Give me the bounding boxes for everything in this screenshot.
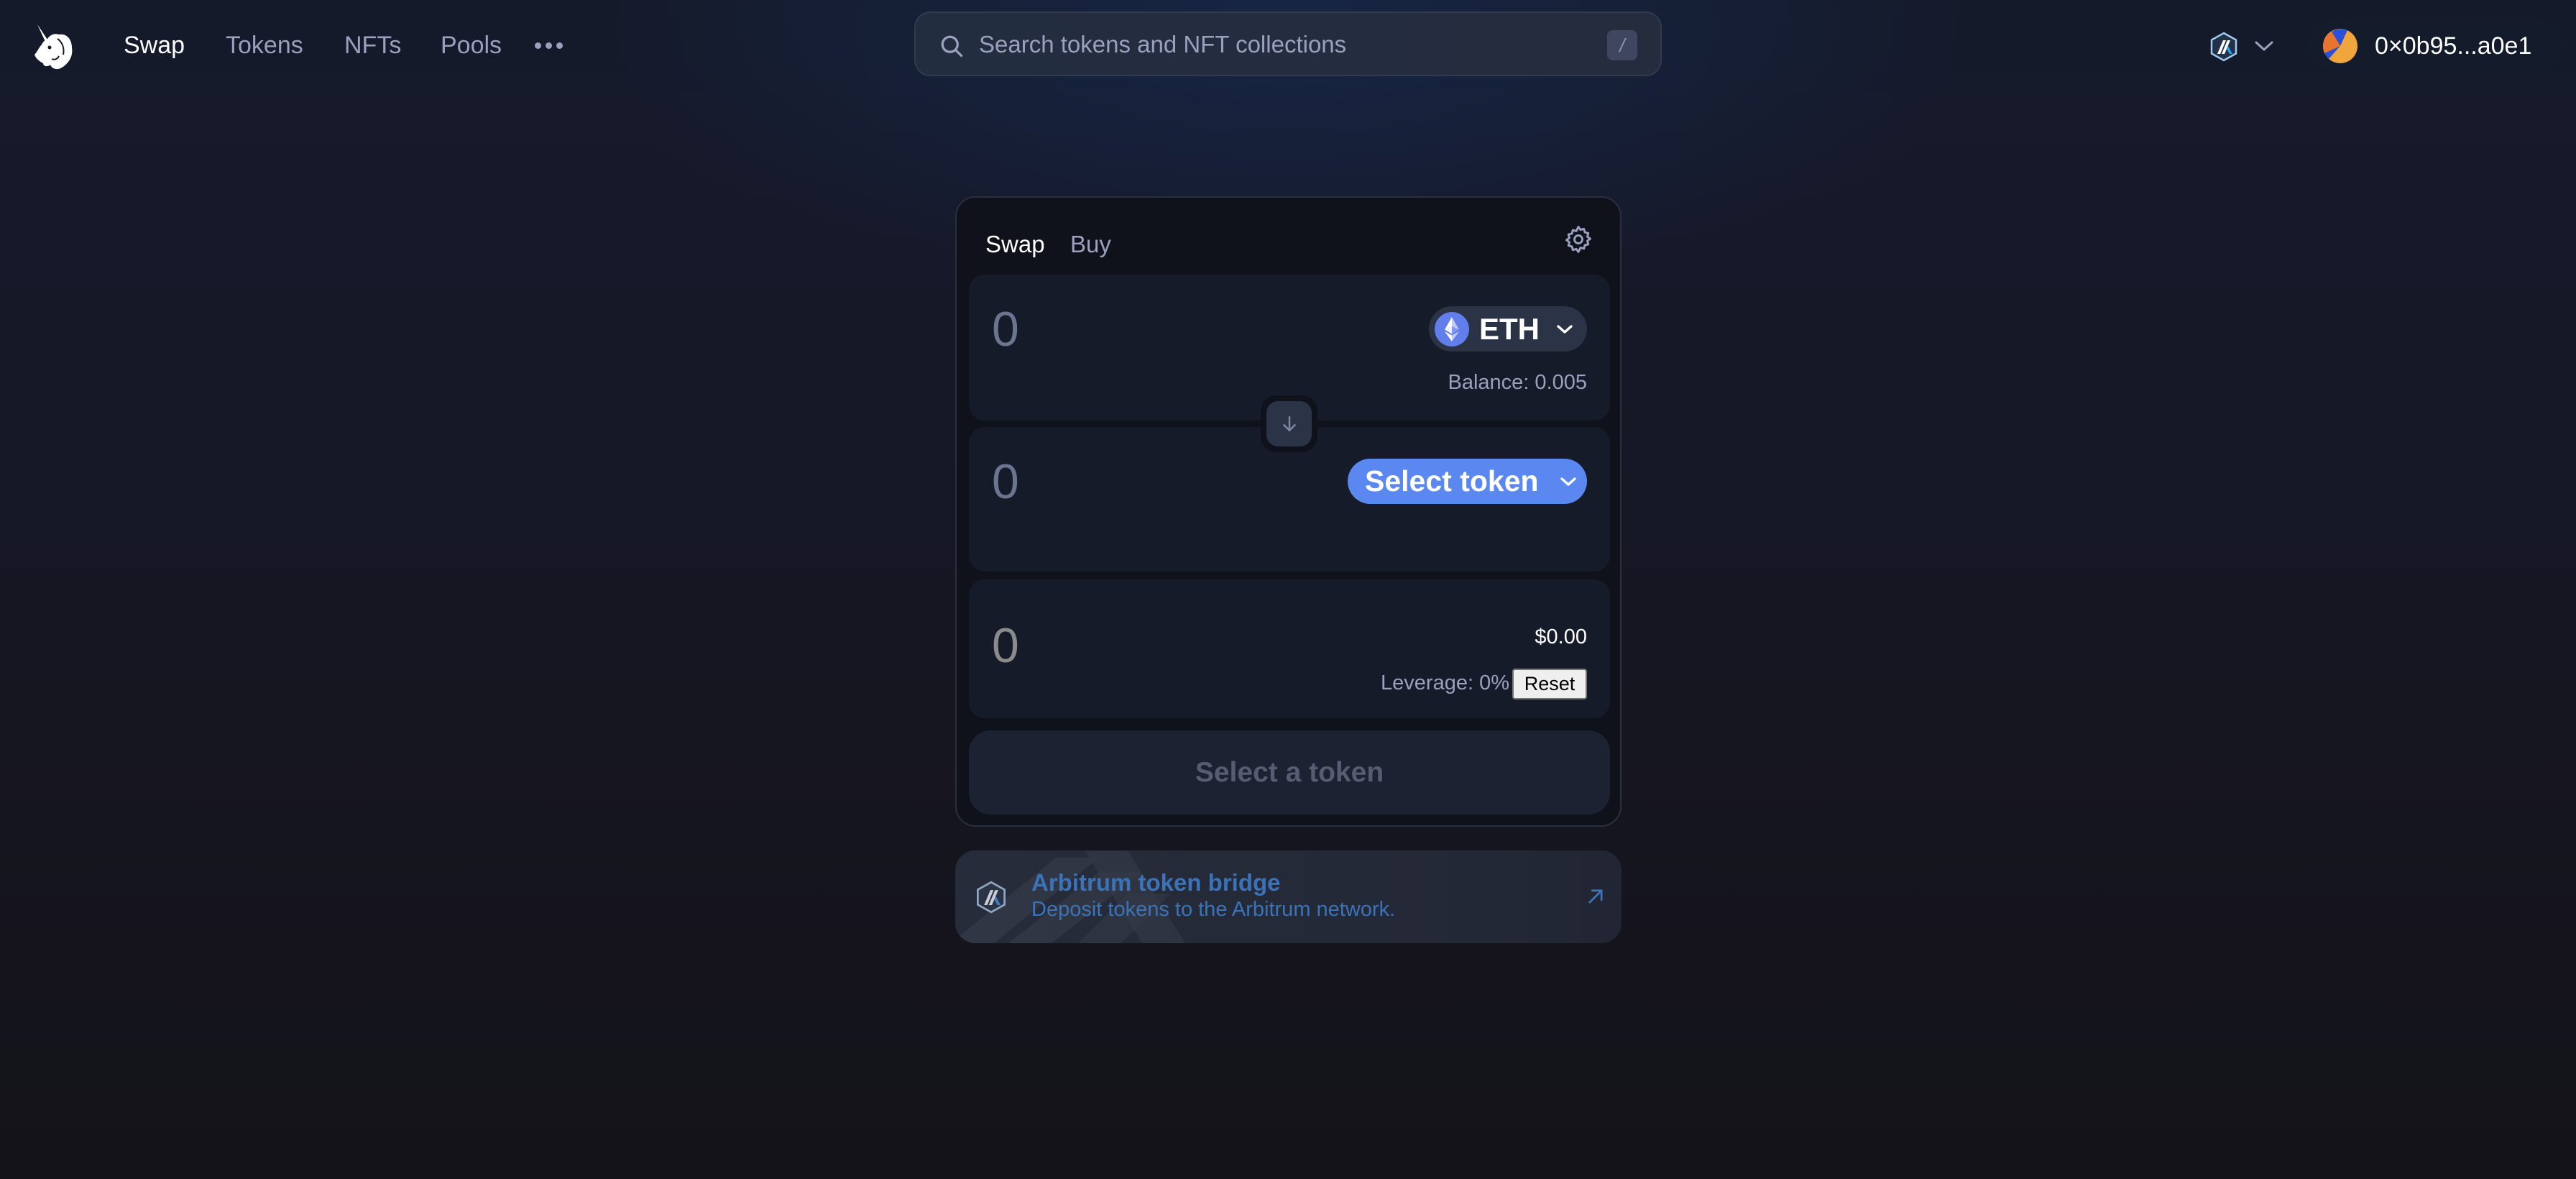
chevron-down-icon — [2255, 41, 2273, 51]
external-arrow-icon — [1588, 889, 1603, 904]
search-shortcut-key: / — [1607, 30, 1637, 60]
uniswap-logo[interactable] — [30, 23, 75, 70]
wallet-address: 0×0b95...a0e1 — [2375, 32, 2532, 60]
reset-button[interactable]: Reset — [1512, 669, 1587, 699]
nav-nfts[interactable]: NFTs — [344, 29, 401, 62]
search-icon — [941, 35, 963, 58]
usd-value: $0.00 — [1535, 625, 1587, 648]
select-token-label: Select token — [1365, 464, 1539, 497]
chevron-down-icon — [1557, 324, 1573, 334]
wallet-avatar-icon — [2323, 29, 2358, 63]
switch-tokens-inner — [1266, 401, 1312, 446]
bridge-title: Arbitrum token bridge — [1031, 869, 1281, 896]
arbitrum-icon — [2210, 32, 2237, 62]
gear-icon[interactable] — [1563, 224, 1594, 255]
search-input[interactable] — [979, 24, 1568, 65]
nav-pools[interactable]: Pools — [441, 29, 502, 62]
ellipsis-icon — [535, 42, 541, 49]
eth-token-icon — [1435, 311, 1469, 347]
search-bar[interactable]: / — [914, 12, 1662, 76]
nav-swap[interactable]: Swap — [124, 29, 185, 62]
tab-buy[interactable]: Buy — [1070, 228, 1111, 261]
ellipsis-dot — [546, 42, 552, 49]
bridge-background-pattern — [955, 850, 1185, 943]
more-menu-button[interactable] — [535, 37, 566, 53]
arbitrum-icon — [977, 881, 1006, 914]
bridge-subtitle: Deposit tokens to the Arbitrum network. — [1031, 898, 1396, 921]
select-token-button[interactable]: Select token — [1348, 459, 1587, 504]
leverage-label: Leverage: 0% — [1381, 671, 1509, 694]
chevron-down-icon — [1560, 477, 1576, 486]
ellipsis-dot — [556, 42, 563, 49]
input-token-symbol: ETH — [1479, 311, 1540, 346]
leverage-panel: $0.00 Leverage: 0% Reset — [969, 579, 1610, 718]
input-balance: Balance: 0.005 — [1448, 371, 1587, 394]
uniswap-unicorn-icon — [34, 24, 73, 70]
arbitrum-bridge-banner[interactable]: Arbitrum token bridge Deposit tokens to … — [955, 850, 1622, 943]
wallet-button[interactable]: 0×0b95...a0e1 — [2309, 20, 2563, 72]
switch-tokens-button[interactable] — [1261, 395, 1317, 452]
nav-tokens[interactable]: Tokens — [226, 29, 303, 62]
select-a-token-button[interactable]: Select a token — [969, 730, 1610, 815]
input-token-selector[interactable]: ETH — [1429, 306, 1587, 352]
leverage-amount-field[interactable] — [992, 617, 1208, 674]
swap-card: Swap Buy ETH Balance: 0.005 — [955, 196, 1622, 827]
arrow-down-icon — [1282, 416, 1296, 431]
tab-swap[interactable]: Swap — [985, 228, 1045, 261]
output-amount-field[interactable] — [992, 453, 1208, 510]
input-amount-field[interactable] — [992, 301, 1208, 358]
network-selector[interactable] — [2204, 26, 2283, 66]
